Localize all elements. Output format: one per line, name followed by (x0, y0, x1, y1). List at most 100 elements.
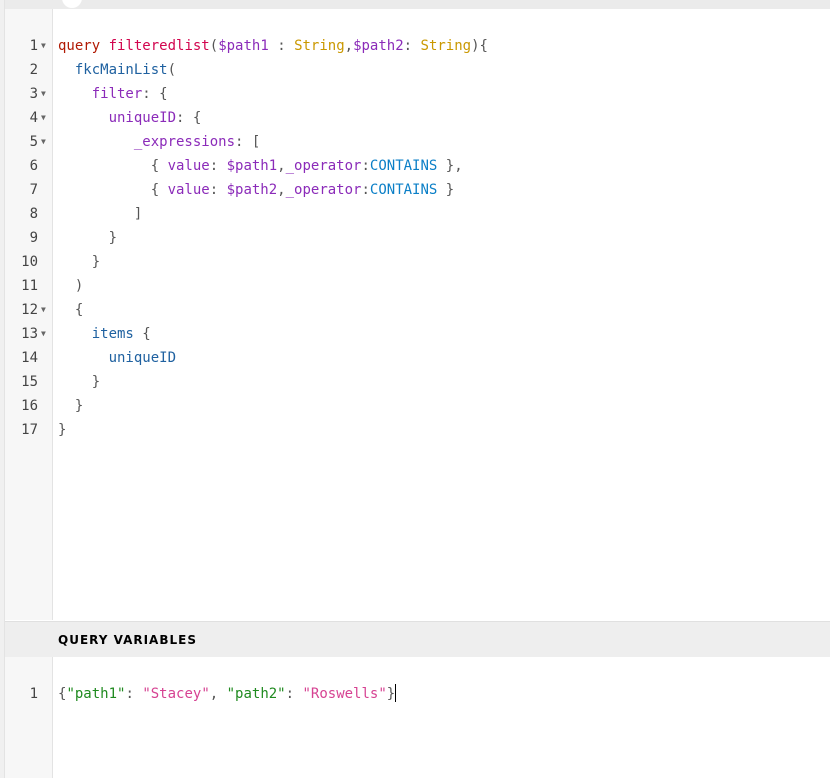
variable-path2: $path2 (226, 182, 278, 198)
code-text[interactable]: items { (58, 322, 151, 346)
enum-contains: CONTAINS (369, 182, 438, 198)
punct: { (150, 158, 168, 174)
line-number: 15 (21, 374, 38, 390)
json-value-roswells: "Roswells" (302, 686, 387, 702)
line-number-gutter (0, 657, 53, 778)
query-variables-header[interactable]: QUERY VARIABLES (0, 621, 830, 658)
argument-value: value (167, 182, 210, 198)
argument-uniqueid: uniqueID (108, 110, 177, 126)
type-string: String (420, 38, 472, 54)
punct: : [ (235, 134, 261, 150)
punct: , (344, 38, 354, 54)
code-text[interactable]: uniqueID: { (58, 106, 202, 130)
fold-arrow-icon[interactable]: ▼ (41, 106, 46, 130)
code-text[interactable]: uniqueID (58, 346, 176, 370)
query-variables-title: QUERY VARIABLES (58, 633, 197, 647)
left-window-edge (0, 0, 5, 778)
code-text[interactable]: { value: $path2,_operator:CONTAINS } (58, 178, 454, 202)
code-line-15: 15 } (0, 370, 830, 394)
code-line-1: 1 ▼ query filteredlist($path1 : String,$… (0, 34, 830, 58)
code-text[interactable]: } (58, 250, 100, 274)
line-number: 9 (29, 230, 38, 246)
line-number: 16 (21, 398, 38, 414)
fold-arrow-icon[interactable]: ▼ (41, 130, 46, 154)
line-number: 3 (29, 86, 38, 102)
code-text[interactable]: } (58, 226, 117, 250)
punct: }, (437, 158, 463, 174)
punct: : (403, 38, 421, 54)
line-number: 5 (29, 134, 38, 150)
variable-path2: $path2 (353, 38, 404, 54)
code-text[interactable]: fkcMainList( (58, 58, 176, 82)
line-number: 13 (21, 326, 38, 342)
line-number: 14 (21, 350, 38, 366)
fold-arrow-icon[interactable]: ▼ (41, 34, 46, 58)
punct: } (58, 422, 67, 438)
code-text[interactable]: ) (58, 274, 83, 298)
punct: : (209, 158, 227, 174)
punct: ( (167, 62, 177, 78)
field-fkcmainlist: fkcMainList (74, 62, 168, 78)
argument-operator: _operator (285, 158, 362, 174)
punct: } (386, 686, 396, 702)
code-text[interactable]: { value: $path1,_operator:CONTAINS }, (58, 154, 463, 178)
variables-line-1: 1 {"path1": "Stacey", "path2": "Roswells… (0, 682, 830, 706)
code-line-3: 3 ▼ filter: { (0, 82, 830, 106)
operation-name: filteredlist (108, 38, 210, 54)
fold-arrow-icon[interactable]: ▼ (41, 322, 46, 346)
punct: , (277, 158, 286, 174)
punct: , (277, 182, 286, 198)
argument-expressions: _expressions (133, 134, 236, 150)
code-line-12: 12 ▼ { (0, 298, 830, 322)
argument-value: value (167, 158, 210, 174)
line-number: 11 (21, 278, 38, 294)
code-text[interactable]: _expressions: [ (58, 130, 260, 154)
json-key-path2: "path2" (226, 686, 286, 702)
code-line-6: 6 { value: $path1,_operator:CONTAINS }, (0, 154, 830, 178)
fold-arrow-icon[interactable]: ▼ (41, 82, 46, 106)
line-number: 1 (29, 686, 38, 702)
punct: { (74, 302, 84, 318)
code-line-4: 4 ▼ uniqueID: { (0, 106, 830, 130)
line-number: 1 (29, 38, 38, 54)
toolbar-button-edge[interactable] (62, 0, 82, 8)
code-line-14: 14 uniqueID (0, 346, 830, 370)
punct: : { (176, 110, 202, 126)
query-variables-editor[interactable]: 1 {"path1": "Stacey", "path2": "Roswells… (0, 657, 830, 778)
code-line-17: 17 } (0, 418, 830, 442)
code-text[interactable]: ] (58, 202, 142, 226)
fold-arrow-icon[interactable]: ▼ (41, 298, 46, 322)
code-text[interactable]: } (58, 370, 100, 394)
json-key-path1: "path1" (66, 686, 126, 702)
line-number: 7 (29, 182, 38, 198)
punct: : (285, 686, 303, 702)
variable-path1: $path1 (226, 158, 278, 174)
type-string: String (294, 38, 345, 54)
line-number: 17 (21, 422, 38, 438)
field-items: items (91, 326, 134, 342)
variables-text[interactable]: {"path1": "Stacey", "path2": "Roswells"} (58, 682, 397, 706)
line-number: 12 (21, 302, 38, 318)
punct: { (133, 326, 151, 342)
punct: : { (142, 86, 168, 102)
punct: ){ (471, 38, 488, 54)
punct: : (361, 182, 370, 198)
line-number: 6 (29, 158, 38, 174)
field-uniqueid: uniqueID (108, 350, 177, 366)
json-value-stacey: "Stacey" (142, 686, 210, 702)
code-text[interactable]: } (58, 394, 83, 418)
code-line-16: 16 } (0, 394, 830, 418)
code-text[interactable]: { (58, 298, 83, 322)
code-text[interactable]: query filteredlist($path1 : String,$path… (58, 34, 488, 58)
query-editor[interactable]: 1 ▼ query filteredlist($path1 : String,$… (0, 9, 830, 620)
code-text[interactable]: } (58, 418, 66, 442)
code-text[interactable]: filter: { (58, 82, 168, 106)
code-line-2: 2 fkcMainList( (0, 58, 830, 82)
punct: { (150, 182, 168, 198)
argument-filter: filter (91, 86, 143, 102)
text-cursor (395, 684, 397, 702)
punct: : (209, 182, 227, 198)
code-line-11: 11 ) (0, 274, 830, 298)
punct: } (91, 254, 101, 270)
punct: : (125, 686, 143, 702)
